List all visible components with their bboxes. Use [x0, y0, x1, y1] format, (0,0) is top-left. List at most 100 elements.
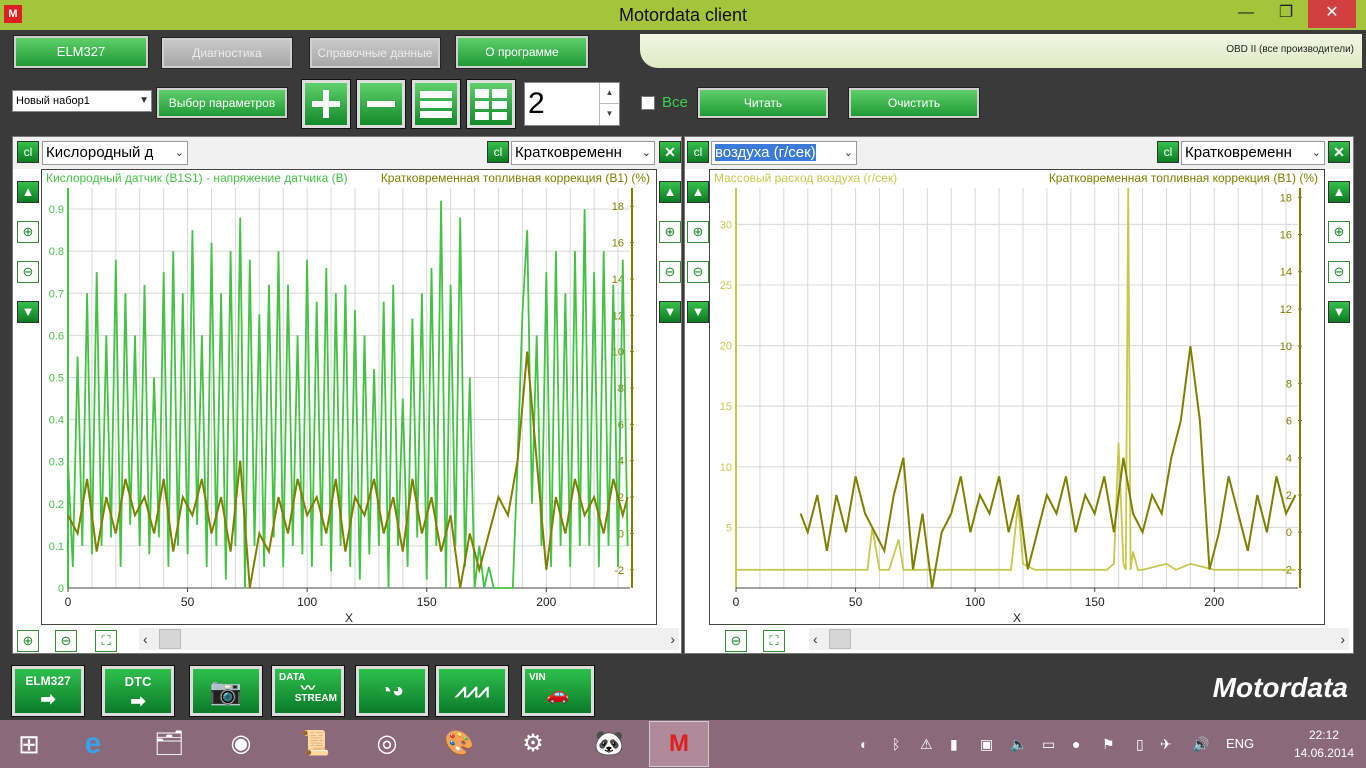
scroll-up-icon[interactable]: ▲ [1328, 181, 1350, 203]
clear-button[interactable]: Очистить [848, 87, 980, 119]
spin-up-icon[interactable]: ▲ [599, 83, 619, 104]
settings-gear-icon[interactable]: ⚙ [504, 722, 562, 766]
paint-icon[interactable]: 🎨 [430, 722, 488, 766]
remove-chart-button[interactable] [356, 79, 406, 129]
scroll-up-icon[interactable]: ▲ [659, 181, 681, 203]
layout-rows-button[interactable] [411, 79, 461, 129]
set-select[interactable]: Новый набор1 ▼ [12, 90, 152, 112]
notes-icon[interactable]: 📜 [286, 722, 344, 766]
battery-icon[interactable]: ▯ [1136, 736, 1144, 753]
airplane-icon[interactable]: ✈ [1160, 736, 1172, 753]
close-panel-button[interactable]: ✕ [1328, 141, 1350, 163]
y-right-tick-label: 16 [612, 238, 624, 250]
scroll-up-icon[interactable]: ▲ [687, 181, 709, 203]
color-left-button[interactable]: cl [17, 141, 39, 163]
fit-icon[interactable]: ⛶ [763, 630, 785, 652]
menu-about-button[interactable]: О программе [455, 35, 589, 69]
scroll-up-icon[interactable]: ▲ [17, 181, 39, 203]
scroll-left-icon[interactable]: ‹ [143, 628, 148, 650]
spin-down-icon[interactable]: ▼ [599, 104, 619, 125]
horizontal-scrollbar[interactable]: ‹ › [139, 628, 679, 650]
menu-elm327-button[interactable]: ELM327 [13, 35, 149, 69]
all-checkbox[interactable] [641, 96, 655, 110]
arrow-right-icon: ➡ [40, 689, 56, 709]
add-chart-button[interactable] [301, 79, 351, 129]
zoom-in-icon[interactable]: ⊕ [17, 221, 39, 243]
y-left-tick-label: 0.7 [49, 288, 64, 300]
media-icon[interactable]: ◉ [212, 722, 270, 766]
panda-icon[interactable]: 🐼 [580, 722, 638, 766]
scroll-thumb[interactable] [159, 629, 181, 649]
vin-tool-button[interactable]: VIN 🚗 [521, 665, 595, 717]
display-icon[interactable]: ▣ [980, 736, 993, 753]
y-right-tick-label: 14 [1280, 267, 1292, 279]
camera-tool-button[interactable]: 📷 [189, 665, 263, 717]
clock[interactable]: 22:12 14.06.2014 [1294, 726, 1354, 762]
choose-params-button[interactable]: Выбор параметров [156, 87, 288, 119]
scroll-right-icon[interactable]: › [1340, 628, 1345, 650]
menu-diagnostics-button[interactable]: Диагностика [161, 37, 293, 69]
scroll-left-icon[interactable]: ‹ [813, 628, 818, 650]
chart-count-stepper[interactable]: 2 ▲ ▼ [524, 82, 620, 126]
panda-tray-icon[interactable]: ● [1072, 736, 1080, 752]
elm327-tool-button[interactable]: ELM327 ➡ [11, 665, 85, 717]
chevron-down-icon: ⌄ [172, 142, 184, 164]
scroll-thumb[interactable] [829, 629, 851, 649]
flag-icon[interactable]: ⚑ [1102, 736, 1115, 753]
read-button[interactable]: Читать [697, 87, 829, 119]
zoom-out-x-icon[interactable]: ⊖ [55, 630, 77, 652]
warning-icon[interactable]: ⚠ [920, 736, 933, 753]
ie-icon[interactable]: e [64, 722, 122, 766]
window-icon[interactable]: ▭ [1042, 736, 1055, 753]
param-left-select[interactable]: Кислородный д ⌄ [42, 141, 188, 165]
scroll-down-icon[interactable]: ▼ [687, 301, 709, 323]
close-button[interactable]: ✕ [1308, 0, 1356, 28]
usb-icon[interactable]: ▮ [950, 736, 958, 753]
legend-right: Кратковременная топливная коррекция (B1)… [1049, 171, 1318, 185]
motordata-task-icon[interactable]: M [649, 721, 709, 767]
color-right-button[interactable]: cl [1157, 141, 1179, 163]
zoom-out-x-icon[interactable]: ⊖ [725, 630, 747, 652]
param-right-select[interactable]: Кратковременн ⌄ [1181, 141, 1325, 165]
param-left-select[interactable]: воздуха (г/сек) ⌄ [711, 141, 857, 165]
scroll-down-icon[interactable]: ▼ [1328, 301, 1350, 323]
datastream-tool-button[interactable]: DATA 〰 STREAM [271, 665, 345, 717]
start-icon[interactable]: ⊞ [0, 722, 58, 766]
network-icon[interactable]: ◐ [860, 736, 868, 752]
dtc-tool-button[interactable]: DTC ➡ [101, 665, 175, 717]
bluetooth-icon[interactable]: ᛒ [892, 736, 900, 752]
maximize-button[interactable]: ❐ [1266, 0, 1306, 28]
zoom-out-icon[interactable]: ⊖ [1328, 261, 1350, 283]
layout-grid-button[interactable] [466, 79, 516, 129]
graph-tool-button[interactable]: ⩘⩘⩘ [435, 665, 509, 717]
gauges-tool-button[interactable]: ◔◕ [355, 665, 429, 717]
x-tick-label: 100 [297, 595, 317, 609]
language-indicator[interactable]: ENG [1226, 736, 1254, 751]
close-panel-button[interactable]: ✕ [659, 141, 681, 163]
horizontal-scrollbar[interactable]: ‹ › [809, 628, 1349, 650]
zoom-in-icon[interactable]: ⊕ [1328, 221, 1350, 243]
color-right-button[interactable]: cl [487, 141, 509, 163]
zoom-out-icon[interactable]: ⊖ [687, 261, 709, 283]
speaker-icon[interactable]: 🔊 [1192, 736, 1209, 753]
zoom-out-icon[interactable]: ⊖ [17, 261, 39, 283]
zoom-in-icon[interactable]: ⊕ [687, 221, 709, 243]
zoom-in-x-icon[interactable]: ⊕ [17, 630, 39, 652]
minimize-button[interactable]: — [1226, 0, 1266, 28]
scroll-down-icon[interactable]: ▼ [17, 301, 39, 323]
color-left-button[interactable]: cl [687, 141, 709, 163]
zoom-in-icon[interactable]: ⊕ [659, 221, 681, 243]
legend-left: Кислородный датчик (B1S1) - напряжение д… [46, 171, 348, 185]
chart-svg: 51015202530-20246810121416180 50 100 150 200… [714, 171, 1318, 625]
volume-icon[interactable]: 🔈 [1010, 736, 1027, 753]
scroll-down-icon[interactable]: ▼ [659, 301, 681, 323]
folder-icon[interactable]: 🗂 [140, 722, 198, 766]
fit-icon[interactable]: ⛶ [95, 630, 117, 652]
menu-reference-button[interactable]: Справочные данные [309, 37, 441, 69]
scroll-right-icon[interactable]: › [670, 628, 675, 650]
zoom-out-icon[interactable]: ⊖ [659, 261, 681, 283]
param-right-select[interactable]: Кратковременн ⌄ [511, 141, 655, 165]
chrome-icon[interactable]: ◎ [358, 722, 416, 766]
y-right-tick-label: 4 [1286, 453, 1292, 465]
y-right-tick-label: 12 [1280, 304, 1292, 316]
